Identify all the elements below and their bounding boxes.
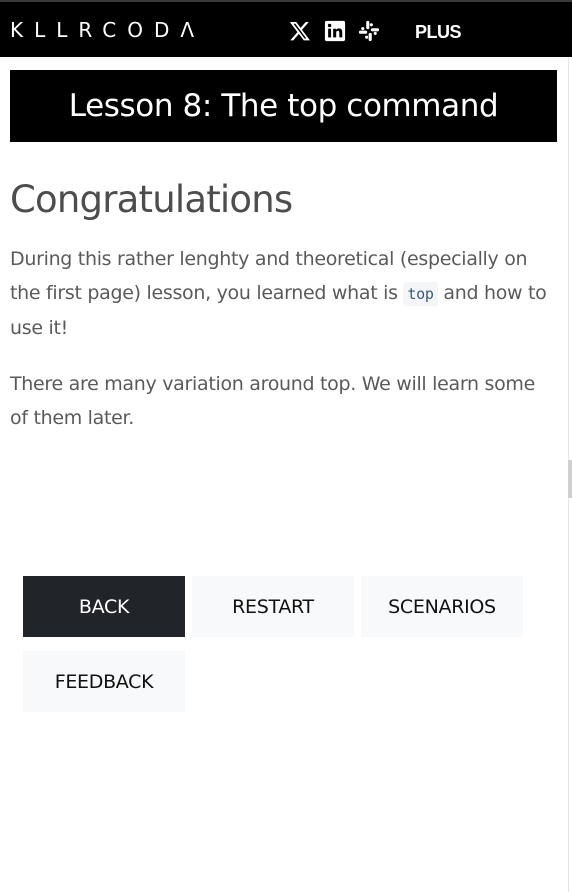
content-paragraph-1: During this rather lenghty and theoretic… bbox=[10, 242, 550, 345]
top-navbar: KLLRCODΛ PLUS bbox=[0, 0, 572, 57]
lesson-title-banner: Lesson 8: The top command bbox=[10, 70, 557, 142]
content-paragraph-2: There are many variation around top. We … bbox=[10, 373, 536, 429]
plus-link[interactable]: PLUS bbox=[415, 22, 462, 43]
inline-code: top bbox=[403, 282, 438, 306]
scrollbar-thumb[interactable] bbox=[568, 460, 572, 498]
lesson-title: Lesson 8: The top command bbox=[68, 88, 499, 124]
killercoda-logo[interactable]: KLLRCODΛ bbox=[10, 18, 205, 42]
feedback-button[interactable]: FEEDBACK bbox=[23, 651, 185, 712]
back-button[interactable]: BACK bbox=[23, 576, 185, 637]
linkedin-icon[interactable] bbox=[324, 20, 346, 42]
slack-icon[interactable] bbox=[358, 20, 380, 42]
x-icon[interactable] bbox=[288, 19, 312, 43]
restart-button[interactable]: RESTART bbox=[192, 576, 354, 637]
content-heading: Congratulations bbox=[10, 178, 293, 221]
scenarios-button[interactable]: SCENARIOS bbox=[361, 576, 523, 637]
lesson-content: Congratulations During this rather lengh… bbox=[10, 172, 550, 435]
